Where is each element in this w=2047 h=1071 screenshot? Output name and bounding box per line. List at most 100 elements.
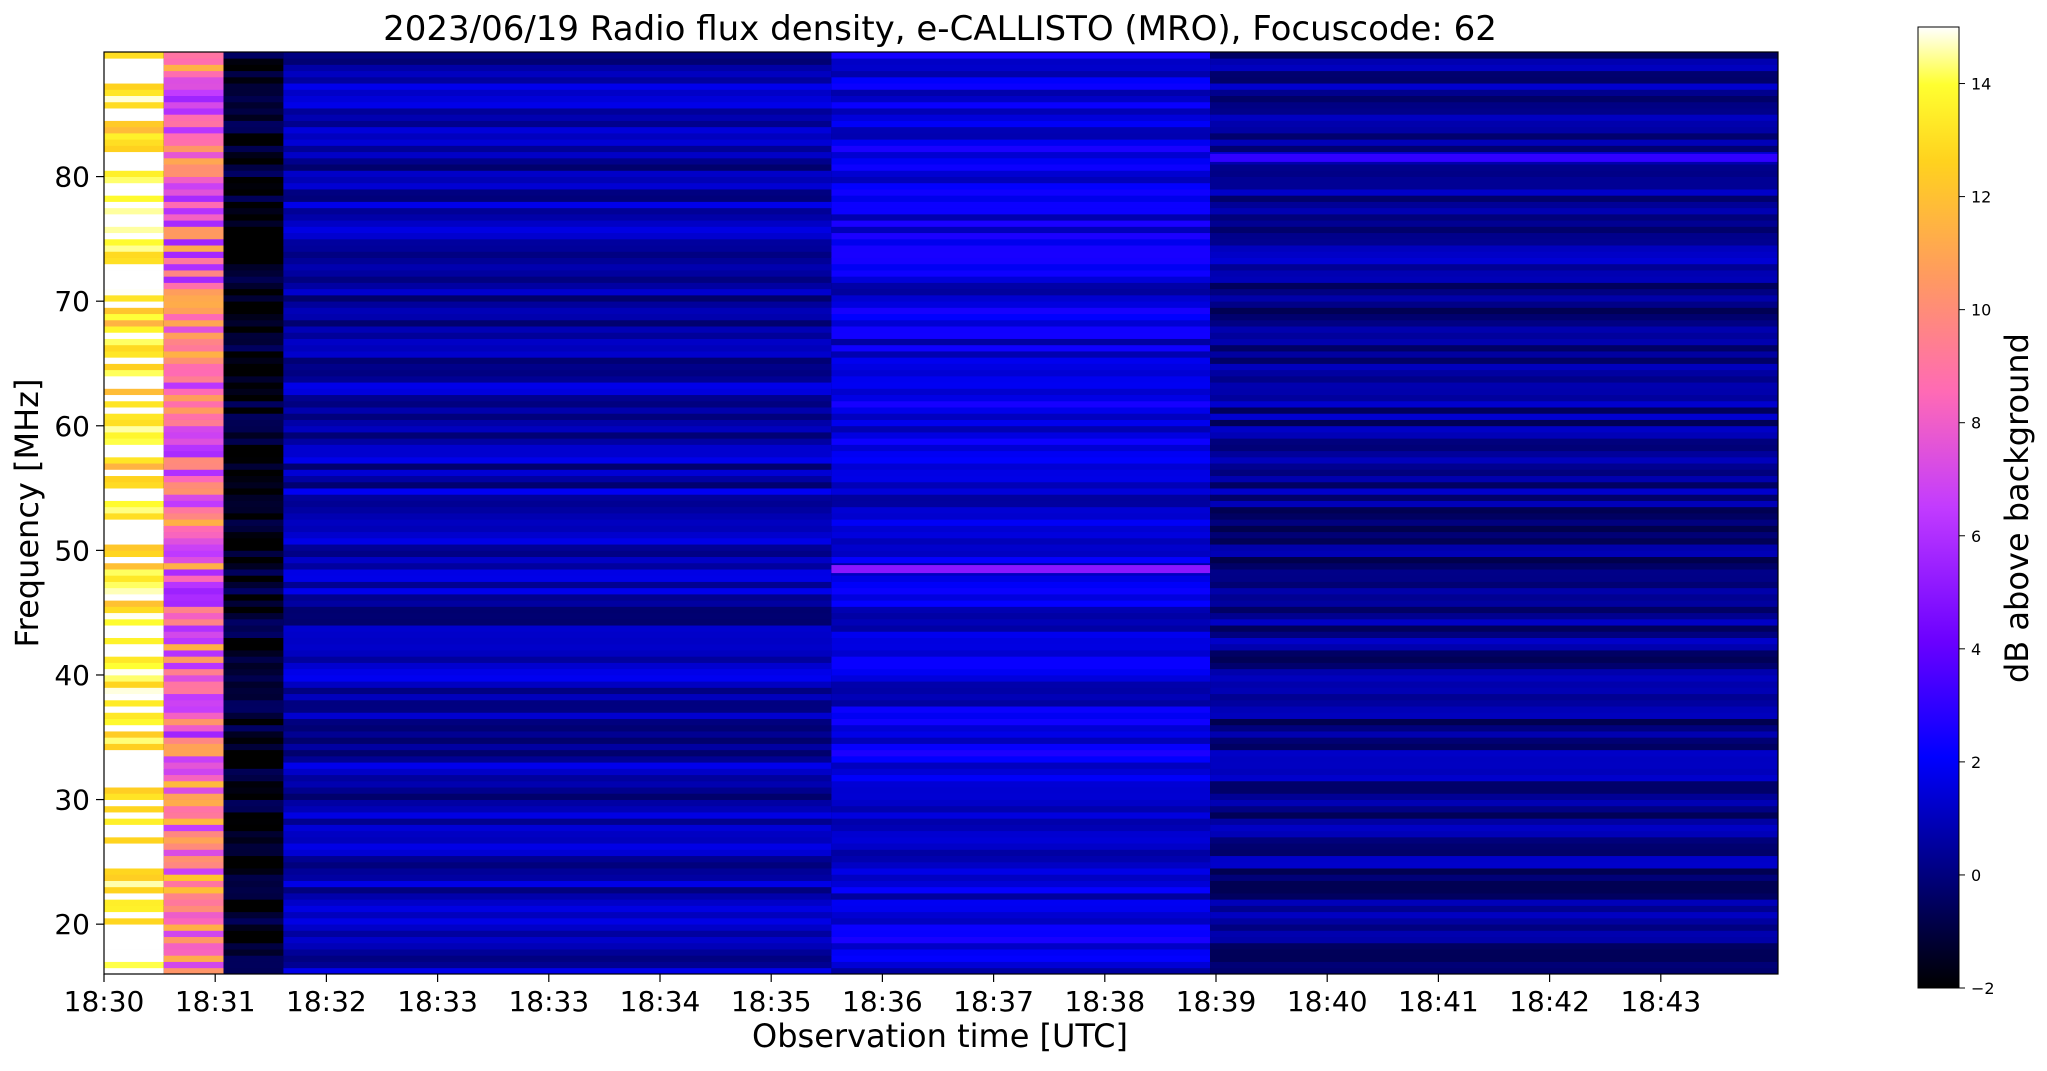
spectrogram-cell	[223, 469, 284, 477]
spectrogram-cell	[831, 650, 1211, 657]
spectrogram-cell	[223, 699, 284, 707]
spectrogram-cell	[1210, 488, 1778, 495]
spectrogram-cell	[163, 562, 224, 570]
spectrogram-cell	[283, 537, 832, 545]
spectrogram-cell	[104, 425, 164, 433]
spectrogram-cell	[831, 232, 1211, 240]
spectrogram-cell	[223, 643, 284, 651]
spectrogram-cell	[163, 95, 224, 103]
spectrogram-cell	[1210, 294, 1778, 302]
spectrogram-cell	[1210, 257, 1778, 265]
spectrogram-cell	[163, 650, 224, 657]
spectrogram-cell	[163, 930, 224, 938]
spectrogram-cell	[831, 226, 1211, 234]
spectrogram-cell	[223, 593, 284, 601]
spectrogram-cell	[104, 257, 164, 265]
spectrogram-cell	[1210, 438, 1778, 445]
spectrogram-cell	[831, 899, 1211, 906]
spectrogram-cell	[104, 195, 164, 202]
spectrogram-cell	[163, 413, 224, 420]
spectrogram-cell	[223, 824, 284, 832]
spectrogram-cell	[1210, 662, 1778, 670]
spectrogram-cell	[223, 369, 284, 377]
spectrogram-cell	[283, 58, 832, 65]
spectrogram-cell	[1210, 226, 1778, 234]
spectrogram-cell	[831, 718, 1211, 726]
spectrogram-cell	[163, 500, 224, 508]
spectrogram-cell	[1210, 450, 1778, 458]
spectrogram-cell	[163, 52, 224, 59]
spectrogram-cell	[283, 899, 832, 906]
spectrogram-cell	[163, 924, 224, 931]
spectrogram-cell	[283, 768, 832, 776]
spectrogram-cell	[283, 432, 832, 439]
spectrogram-cell	[1210, 394, 1778, 402]
spectrogram-cell	[831, 326, 1211, 333]
spectrogram-cell	[283, 712, 832, 719]
spectrogram-cell	[831, 712, 1211, 719]
spectrogram-cell	[283, 232, 832, 240]
spectrogram-cell	[163, 220, 224, 227]
spectrogram-cell	[163, 463, 224, 470]
spectrogram-cell	[283, 693, 832, 701]
spectrogram-cell	[104, 151, 164, 159]
spectrogram-cell	[283, 674, 832, 682]
spectrogram-cell	[831, 600, 1211, 607]
spectrogram-cell	[1210, 375, 1778, 383]
x-tick-label: 18:42	[1509, 985, 1590, 1018]
spectrogram-cell	[1210, 463, 1778, 470]
y-axis: 20 30 40 50 60 70 80	[54, 161, 104, 941]
spectrogram-cell	[1210, 201, 1778, 209]
spectrogram-cell	[1210, 886, 1778, 894]
spectrogram-cell	[163, 375, 224, 383]
spectrogram-cell	[831, 575, 1211, 582]
spectrogram-cell	[283, 475, 832, 483]
spectrogram-cell	[163, 569, 224, 576]
spectrogram-cell	[163, 793, 224, 800]
spectrogram-cell	[283, 955, 832, 962]
spectrogram-cell	[1210, 207, 1778, 215]
spectrogram-cell	[831, 344, 1211, 352]
spectrogram-cell	[283, 737, 832, 744]
spectrogram-cell	[163, 905, 224, 913]
spectrogram-cell	[223, 674, 284, 682]
spectrogram-cell	[1210, 132, 1778, 140]
spectrogram-cell	[283, 855, 832, 863]
spectrogram-cell	[223, 668, 284, 676]
spectrogram-cell	[223, 631, 284, 638]
spectrogram-cell	[223, 70, 284, 78]
spectrogram-cell	[223, 749, 284, 757]
spectrogram-cell	[1210, 587, 1778, 595]
spectrogram-cell	[831, 743, 1211, 751]
spectrogram-cell	[283, 83, 832, 90]
spectrogram-cell	[831, 176, 1211, 184]
spectrogram-cell	[1210, 139, 1778, 146]
spectrogram-cell	[223, 375, 284, 383]
spectrogram-cell	[104, 712, 164, 719]
spectrogram-cell	[104, 662, 164, 670]
spectrogram-cell	[223, 687, 284, 695]
spectrogram-cell	[283, 755, 832, 763]
x-tick-label: 18:33	[508, 985, 589, 1018]
spectrogram-cell	[163, 637, 224, 645]
spectrogram-cell	[831, 114, 1211, 121]
spectrogram-cell	[831, 637, 1211, 645]
spectrogram-cell	[104, 488, 164, 495]
spectrogram-cell	[1210, 855, 1778, 863]
spectrogram-cell	[283, 550, 832, 558]
spectrogram-cell	[223, 251, 284, 258]
spectrogram-cell	[831, 724, 1211, 732]
spectrogram-cell	[104, 332, 164, 339]
spectrogram-cell	[104, 351, 164, 358]
spectrogram-cell	[104, 955, 164, 962]
spectrogram-cell	[104, 394, 164, 402]
spectrogram-cell	[163, 575, 224, 582]
spectrogram-cell	[104, 724, 164, 732]
spectrogram-cell	[163, 600, 224, 607]
spectrogram-cell	[283, 394, 832, 402]
spectrogram-cell	[831, 917, 1211, 925]
spectrogram-cell	[1210, 668, 1778, 676]
spectrogram-cell	[104, 656, 164, 663]
spectrogram-cell	[104, 108, 164, 115]
spectrogram-cell	[104, 238, 164, 246]
